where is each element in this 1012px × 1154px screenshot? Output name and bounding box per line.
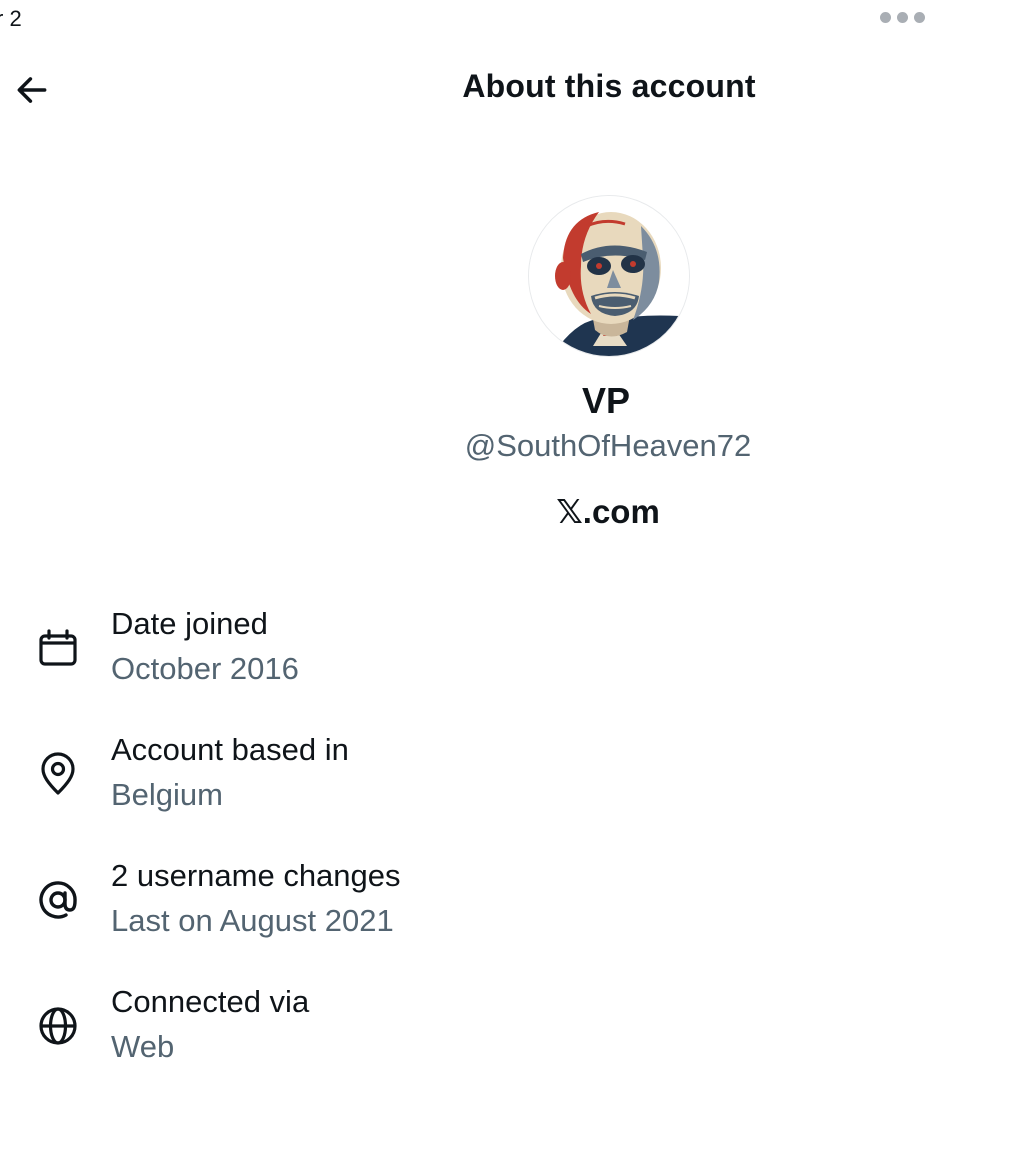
page-title: About this account xyxy=(462,68,756,104)
avatar[interactable] xyxy=(528,195,690,357)
location-pin-icon xyxy=(41,752,75,795)
user-handle: @SouthOfHeaven72 xyxy=(464,428,752,463)
calendar-icon xyxy=(39,629,77,666)
avatar-illustration xyxy=(529,196,689,356)
detail-value: Last on August 2021 xyxy=(111,903,394,938)
display-name: VP xyxy=(581,380,631,421)
detail-value: Web xyxy=(111,1029,175,1064)
detail-row-connected-via: Connected via Web xyxy=(0,984,1012,1080)
dot xyxy=(914,12,925,23)
detail-row-username-changes: 2 username changes Last on August 2021 xyxy=(0,858,1012,954)
dot xyxy=(880,12,891,23)
detail-label: Connected via xyxy=(111,984,310,1019)
dot xyxy=(897,12,908,23)
detail-row-account-based-in: Account based in Belgium xyxy=(0,732,1012,828)
at-sign-icon xyxy=(39,881,77,919)
detail-label: Date joined xyxy=(111,606,268,641)
detail-label: 2 username changes xyxy=(111,858,401,893)
platform-label: 𝕏.com xyxy=(556,493,660,530)
detail-value: October 2016 xyxy=(111,651,299,686)
detail-row-date-joined: Date joined October 2016 xyxy=(0,606,1012,702)
detail-label: Account based in xyxy=(111,732,349,767)
more-options-icon[interactable] xyxy=(880,12,925,23)
detail-value: Belgium xyxy=(111,777,223,812)
status-bar-fragment: r 2 xyxy=(0,6,22,31)
globe-icon xyxy=(39,1007,77,1045)
